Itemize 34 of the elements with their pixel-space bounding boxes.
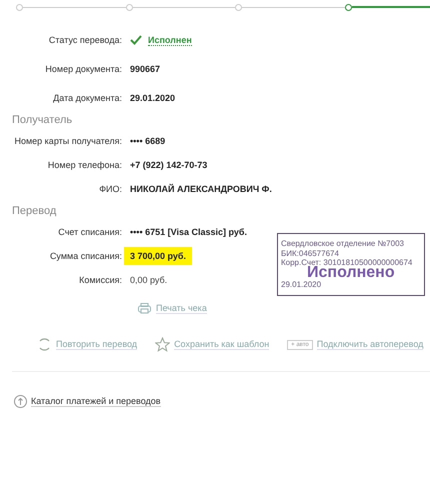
amount-value: 3 700,00 руб.	[124, 247, 192, 265]
stamp-text: Корр.Счет: 30101810500000000674	[281, 258, 414, 267]
field-label: Статус перевода:	[48, 35, 123, 45]
field-label: ФИО:	[98, 184, 123, 194]
field-label: Комиссия:	[78, 275, 123, 285]
status-link[interactable]: Исполнен	[148, 34, 192, 46]
section-heading: Получатель	[11, 113, 74, 128]
print-receipt-link[interactable]: Печать чека	[156, 303, 207, 314]
field-value: +7 (922) 142-70-73	[130, 160, 208, 170]
field-label: Дата документа:	[52, 93, 123, 103]
refresh-icon	[37, 337, 52, 352]
field-label: Номер телефона:	[46, 160, 123, 170]
stamp-date: 29.01.2020	[281, 280, 322, 289]
check-icon	[130, 35, 142, 45]
action-link[interactable]: Повторить перевод	[56, 339, 138, 350]
section-heading: Перевод	[11, 204, 58, 219]
field-label: Счет списания:	[57, 227, 123, 237]
field-label: Сумма списания:	[48, 251, 123, 261]
field-label: Номер карты получателя:	[13, 136, 123, 146]
stamp-status: Исполнено	[307, 266, 395, 280]
action-link[interactable]: Сохранить как шаблон	[174, 339, 270, 350]
printer-icon	[138, 303, 151, 314]
field-value: •••• 6751 [Visa Classic] руб.	[130, 227, 247, 237]
catalog-link[interactable]: Каталог платежей и переводов	[31, 396, 161, 407]
field-value: 990667	[130, 64, 160, 74]
field-value: 29.01.2020	[130, 93, 176, 103]
field-label: Номер документа:	[44, 64, 123, 74]
stamp-text: Свердловское отделение №7003	[281, 239, 405, 248]
stamp-text: БИК:046577674	[281, 248, 340, 258]
field-value: •••• 6689	[130, 136, 166, 146]
action-link[interactable]: Подключить автоперевод	[316, 339, 424, 350]
field-value: НИКОЛАЙ АЛЕКСАНДРОВИЧ Ф.	[130, 184, 272, 194]
field-value: 0,00 руб.	[130, 275, 168, 285]
star-icon	[155, 337, 170, 352]
